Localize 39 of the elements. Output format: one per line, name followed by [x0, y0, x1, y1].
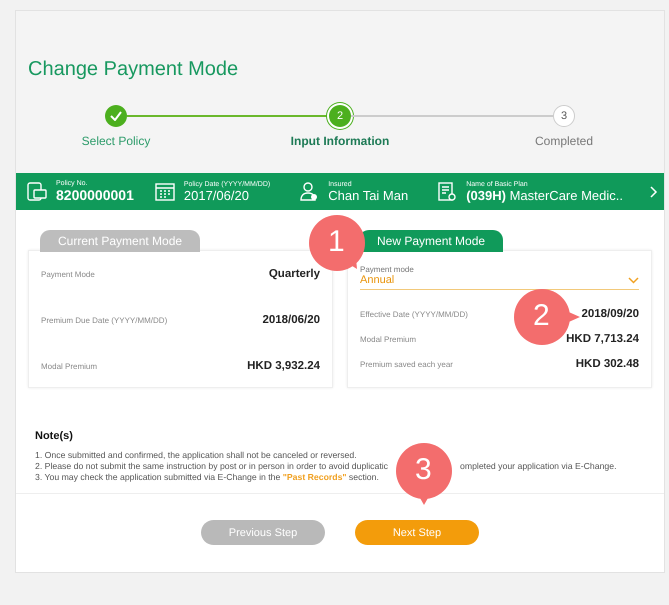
page-title: Change Payment Mode [27, 57, 240, 81]
note-text: 3. You may check the application submitted via E-Change in the "Past Records" section. [35, 472, 379, 483]
step-label: Completed [534, 134, 594, 148]
calendar-icon [154, 181, 176, 202]
field-label: Premium saved each year [360, 360, 453, 368]
field-value: 2018/09/20 [581, 308, 639, 320]
note-text: ompleted your application via E-Change. [460, 461, 616, 472]
field-value: Chan Tai Man [328, 188, 408, 202]
step-label: Input Information [290, 134, 390, 148]
document-icon [436, 181, 458, 202]
step-number: 2 [329, 105, 351, 127]
notes-heading: Note(s) [35, 430, 74, 442]
field-value: HKD 7,713.24 [566, 333, 639, 345]
dropdown-value: Annual [360, 274, 394, 286]
field-value: Quarterly [268, 268, 320, 280]
field-label: Payment Mode [41, 270, 95, 278]
field-label: Modal Premium [41, 362, 98, 370]
field-value: HKD 3,932.24 [247, 360, 320, 372]
field-value: HKD 302.48 [576, 358, 639, 370]
step-number: 3 [553, 105, 575, 127]
callout-number: 2 [533, 298, 550, 334]
field-label: Effective Date (YYYY/MM/DD) [360, 310, 468, 318]
field-value: (039H) MasterCare Medic.. [466, 188, 624, 202]
field-label: Premium Due Date (YYYY/MM/DD) [41, 316, 168, 324]
field-value: 2018/06/20 [262, 314, 320, 326]
document-icon [26, 181, 48, 202]
field-label: Modal Premium [360, 334, 416, 344]
next-button[interactable]: Next Step [355, 520, 479, 545]
chevron-right-icon [650, 186, 658, 198]
field-value: 2017/06/20 [184, 188, 250, 202]
callout-number: 3 [415, 452, 432, 488]
payment-mode-dropdown[interactable]: Payment mode Annual [360, 265, 639, 290]
field-value: 8200000001 [56, 187, 134, 203]
note-text: 1. Once submitted and confirmed, the application shall not be canceled or reversed. [35, 450, 357, 461]
callout-number: 1 [328, 224, 345, 260]
step-label: Select Policy [82, 134, 150, 148]
chevron-down-icon [628, 276, 639, 284]
dropdown-label: Payment mode [360, 265, 415, 274]
note-text: 2. Please do not submit the same instruction by post or in person in order to avoid duplicatic [35, 461, 388, 472]
